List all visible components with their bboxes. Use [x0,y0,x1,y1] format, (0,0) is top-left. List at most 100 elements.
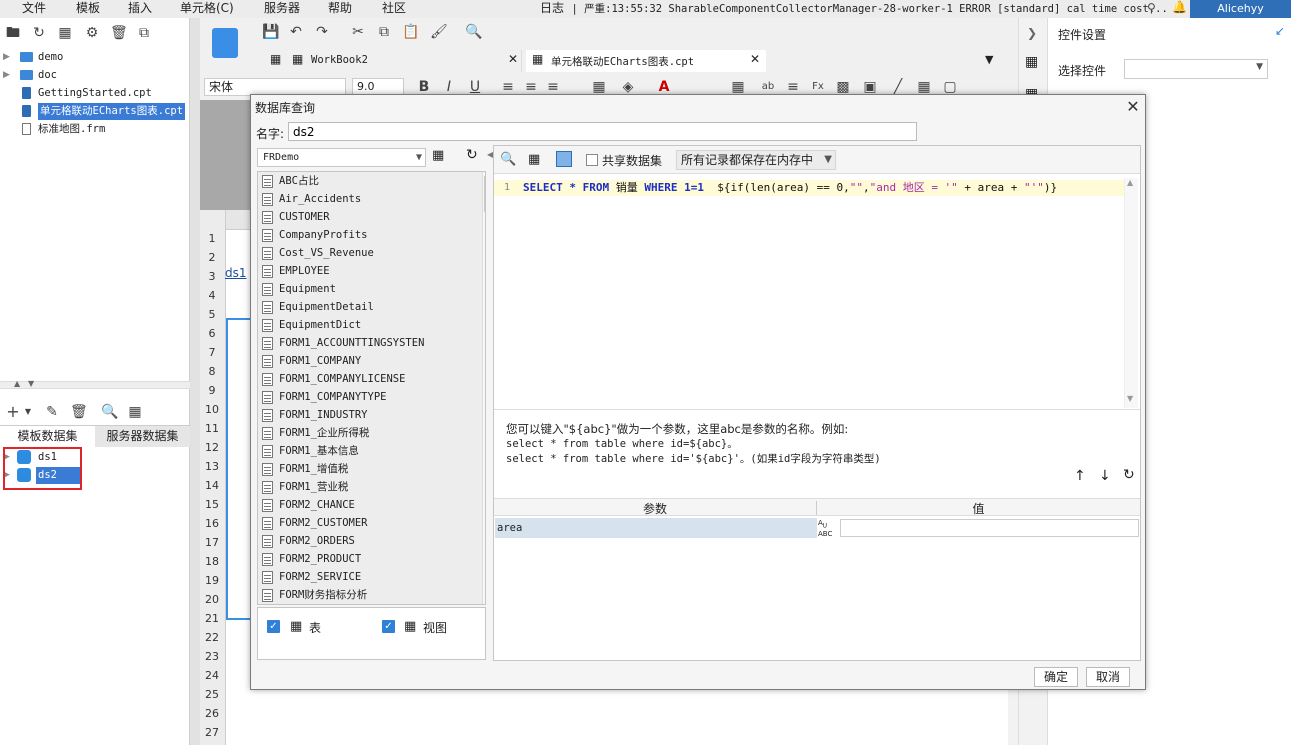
log-area[interactable]: 日志 | 严重:13:55:32 SharableComponentCollec… [540,0,1168,18]
row-number[interactable]: 8 [200,365,224,378]
menu-community[interactable]: 社区 [382,0,406,18]
table-list-item[interactable]: FORM1_COMPANY [258,352,473,370]
move-up-icon[interactable]: ↑ [1074,468,1086,484]
row-number[interactable]: 25 [200,688,224,701]
text-icon[interactable]: ab [760,79,776,95]
row-number[interactable]: 19 [200,574,224,587]
connection-settings-icon[interactable]: ▦ [432,148,444,163]
sql-editor[interactable]: 1 SELECT * FROM 销量 WHERE 1=1 ${if(len(ar… [494,178,1140,410]
tree-item-demo[interactable]: ▶ demo [0,49,190,66]
chevron-down-icon[interactable]: ▼ [20,404,36,420]
tab-template-datasets[interactable]: 模板数据集 [0,426,95,447]
expand-panel-icon[interactable]: ↙ [1275,24,1285,38]
collapse-down-icon[interactable]: ▼ [28,379,34,388]
table-list-item[interactable]: Cost_VS_Revenue [258,244,473,262]
chevron-right-icon[interactable]: ❯ [1027,26,1037,40]
save-query-icon[interactable] [556,151,572,167]
table-list-item[interactable]: FORM财务指标分析 [258,586,473,604]
select-widget-dropdown[interactable]: ▼ [1124,59,1268,79]
tree-item-map-frm[interactable]: 标准地图.frm [0,121,190,138]
format-brush-icon[interactable]: 🖌 [430,24,448,40]
table-list-item[interactable]: FORM2_SERVICE [258,568,473,586]
table-list-item[interactable]: EMPLOYEE [258,262,473,280]
user-name[interactable]: Alicehyy [1190,0,1291,18]
italic-icon[interactable]: I [441,79,457,95]
refresh-icon[interactable]: ↻ [31,25,47,41]
scroll-down-icon[interactable]: ▼ [1127,394,1133,403]
row-number[interactable]: 24 [200,669,224,682]
param-value-input[interactable] [840,519,1139,537]
row-number[interactable]: 12 [200,441,224,454]
list-scrollbar[interactable] [482,172,485,604]
name-input[interactable] [288,122,917,141]
table-list-item[interactable]: FORM1_COMPANYLICENSE [258,370,473,388]
align-right-icon[interactable]: ≡ [545,79,561,95]
menu-template[interactable]: 模板 [76,0,100,18]
editor-scrollbar[interactable]: ▲ ▼ [1124,178,1138,408]
font-color-icon[interactable]: A [656,79,672,95]
expand-arrow-icon[interactable]: ▶ [3,67,10,84]
row-number[interactable]: 6 [200,327,224,340]
move-down-icon[interactable]: ↓ [1099,468,1111,484]
tab-server-datasets[interactable]: 服务器数据集 [95,426,190,447]
slash-icon[interactable]: ╱ [890,79,906,95]
table-list-item[interactable]: FORM2_ORDERS [258,532,473,550]
row-number[interactable]: 22 [200,631,224,644]
row-number[interactable]: 18 [200,555,224,568]
table-list-item[interactable]: Air_Accidents [258,190,473,208]
sql-text[interactable]: SELECT * FROM 销量 WHERE 1=1 ${if(len(area… [523,180,1057,196]
menu-file[interactable]: 文件 [22,0,46,18]
menu-insert[interactable]: 插入 [128,0,152,18]
align-left-icon[interactable]: ≡ [500,79,516,95]
row-number[interactable]: 13 [200,460,224,473]
expand-arrow-icon[interactable]: ▶ [3,49,10,66]
bell-icon[interactable]: 🔔 [1172,0,1187,14]
cut-icon[interactable]: ✂ [350,24,366,40]
tree-item-gettingstarted[interactable]: GettingStarted.cpt [0,85,190,102]
row-number[interactable]: 15 [200,498,224,511]
table-list-item[interactable]: FORM2_CUSTOMER [258,514,473,532]
memory-select[interactable]: 所有记录都保存在内存中 ▼ [676,150,836,170]
row-number[interactable]: 23 [200,650,224,663]
table-checkbox[interactable]: ✓ [267,620,280,633]
table-list-item[interactable]: EquipmentDict [258,316,473,334]
row-number[interactable]: 21 [200,612,224,625]
subreport-icon[interactable]: ▦ [916,79,932,95]
more-icon[interactable]: ▢ [942,79,958,95]
copy-cell-icon[interactable]: ⧉ [376,24,392,40]
table-list-item[interactable]: FORM1_INDUSTRY [258,406,473,424]
show-type-icon[interactable]: ▦ [57,25,73,41]
row-number[interactable]: 17 [200,536,224,549]
save-icon[interactable]: 💾 [262,24,279,40]
row-number[interactable]: 3 [200,270,224,283]
insert-cell-icon[interactable]: ▦ [730,79,746,95]
table-list-item[interactable]: FORM1_营业税 [258,478,473,496]
table-list-item[interactable]: FORM1_企业所得税 [258,424,473,442]
row-number[interactable]: 10 [200,403,224,416]
add-dataset-icon[interactable]: + [5,404,21,420]
dataset-settings-icon[interactable]: ▦ [127,404,143,420]
row-number[interactable]: 9 [200,384,224,397]
table-list-item[interactable]: FORM1_COMPANYTYPE [258,388,473,406]
row-number[interactable]: 11 [200,422,224,435]
row-number[interactable]: 20 [200,593,224,606]
menu-server[interactable]: 服务器 [264,0,300,18]
close-icon[interactable]: ✕ [1125,97,1141,116]
table-list-item[interactable]: CompanyProfits [258,226,473,244]
preview-template-icon[interactable]: 🔍 [465,24,482,40]
tab-menu-icon[interactable]: ▼ [985,53,993,66]
table-list-item[interactable]: EquipmentDetail [258,298,473,316]
bold-icon[interactable]: B [416,79,432,95]
table-list-item[interactable]: FORM1_ACCOUNTTINGSYSTEN [258,334,473,352]
copy-icon[interactable]: ⧉ [136,25,152,41]
fill-color-icon[interactable]: ◈ [620,79,636,95]
tree-item-doc[interactable]: ▶ doc [0,67,190,84]
menu-help[interactable]: 帮助 [328,0,352,18]
table-list[interactable]: ABC占比 Air_Accidents CUSTOMER CompanyProfits… [257,171,486,605]
close-tab-icon[interactable]: ✕ [750,52,760,66]
border-icon[interactable]: ▦ [591,79,607,95]
workbook-icon[interactable] [212,28,238,58]
row-number[interactable]: 7 [200,346,224,359]
refresh-params-icon[interactable]: ↻ [1123,467,1135,483]
preview-icon[interactable]: 🔍 [500,152,516,167]
